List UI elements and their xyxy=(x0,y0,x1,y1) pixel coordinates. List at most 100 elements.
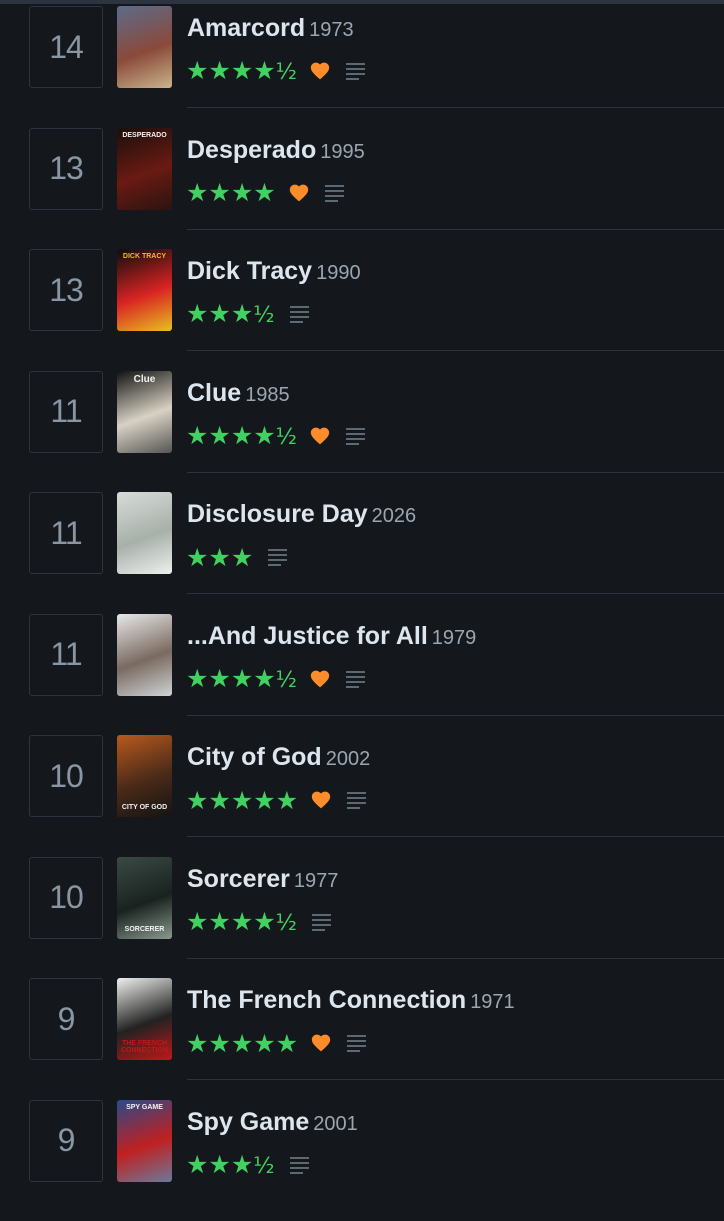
film-poster[interactable]: SORCERER xyxy=(117,857,172,939)
film-row[interactable]: 9SPY GAMESpy Game2001★★★½ xyxy=(0,1100,724,1221)
film-row[interactable]: 11ClueClue1985★★★★½ xyxy=(0,371,724,493)
row-divider xyxy=(187,836,724,837)
rating-row: ★★★½ xyxy=(186,301,311,327)
film-row[interactable]: 13DICK TRACYDick Tracy1990★★★½ xyxy=(0,249,724,371)
review-lines-icon[interactable] xyxy=(311,912,333,932)
review-lines-icon[interactable] xyxy=(289,1155,311,1175)
full-stars: ★★★ xyxy=(186,299,253,328)
poster-art xyxy=(117,492,172,574)
film-poster[interactable] xyxy=(117,492,172,574)
film-title-link[interactable]: City of God xyxy=(187,743,322,771)
poster-art xyxy=(117,6,172,88)
film-year-link[interactable]: 2002 xyxy=(326,748,371,770)
half-star: ½ xyxy=(253,303,274,328)
film-year-link[interactable]: 1985 xyxy=(245,384,290,406)
poster-caption: THE FRENCH CONNECTION xyxy=(119,1040,170,1054)
review-lines-icon[interactable] xyxy=(289,304,311,324)
film-title-link[interactable]: Sorcerer xyxy=(187,865,290,893)
liked-heart-icon xyxy=(310,1032,332,1054)
film-poster[interactable]: Clue xyxy=(117,371,172,453)
full-stars: ★★★★ xyxy=(186,664,276,693)
review-lines-icon[interactable] xyxy=(267,547,289,567)
rating-row: ★★★★★ xyxy=(186,1030,368,1056)
full-stars: ★★★ xyxy=(186,543,253,572)
review-lines-icon[interactable] xyxy=(324,183,346,203)
film-row[interactable]: 11...And Justice for All1979★★★★½ xyxy=(0,614,724,736)
film-poster[interactable] xyxy=(117,6,172,88)
review-lines-icon[interactable] xyxy=(345,61,367,81)
row-divider xyxy=(187,350,724,351)
rank-number: 13 xyxy=(29,249,103,331)
review-lines-icon[interactable] xyxy=(345,426,367,446)
film-title-link[interactable]: Spy Game xyxy=(187,1108,309,1136)
film-year-link[interactable]: 2001 xyxy=(313,1113,358,1135)
rank-number: 14 xyxy=(29,6,103,88)
rank-number: 9 xyxy=(29,978,103,1060)
film-title-link[interactable]: Disclosure Day xyxy=(187,500,368,528)
film-year-link[interactable]: 1977 xyxy=(294,870,339,892)
half-star: ½ xyxy=(276,425,297,450)
film-row[interactable]: 9 THE FRENCH CONNECTION The French Connect… xyxy=(0,978,724,1100)
film-heading: Dick Tracy1990 xyxy=(187,257,714,286)
film-title-link[interactable]: Amarcord xyxy=(187,14,305,42)
film-heading: Amarcord1973 xyxy=(187,14,714,43)
film-row[interactable]: 11Disclosure Day2026★★★ xyxy=(0,492,724,614)
full-stars: ★★★★★ xyxy=(186,1029,298,1058)
star-rating: ★★★½ xyxy=(186,1152,275,1178)
film-heading: Spy Game2001 xyxy=(187,1108,714,1137)
rating-row: ★★★½ xyxy=(186,1152,311,1178)
star-rating: ★★★★ xyxy=(186,180,276,205)
film-year-link[interactable]: 2026 xyxy=(372,505,417,527)
rating-row: ★★★★★ xyxy=(186,787,368,813)
poster-art xyxy=(117,128,172,210)
film-heading: The French Connection1971 xyxy=(187,986,714,1015)
star-rating: ★★★★½ xyxy=(186,58,297,84)
half-star: ½ xyxy=(276,911,297,936)
film-row[interactable]: 13DESPERADODesperado1995★★★★ xyxy=(0,128,724,250)
liked-heart-icon xyxy=(288,182,310,204)
poster-art xyxy=(117,614,172,696)
full-stars: ★★★★ xyxy=(186,421,276,450)
star-rating: ★★★★½ xyxy=(186,909,297,935)
film-poster[interactable]: THE FRENCH CONNECTION xyxy=(117,978,172,1060)
film-poster[interactable] xyxy=(117,614,172,696)
film-poster[interactable]: DICK TRACY xyxy=(117,249,172,331)
film-row[interactable]: 14 Amarcord1973 ★★★★½ xyxy=(0,6,724,128)
film-heading: Clue1985 xyxy=(187,379,714,408)
poster-caption: Clue xyxy=(119,375,170,385)
rank-number: 10 xyxy=(29,735,103,817)
film-heading: City of God2002 xyxy=(187,743,714,772)
film-poster[interactable]: SPY GAME xyxy=(117,1100,172,1182)
film-row[interactable]: 10 SORCERER Sorcerer1977 ★★★★½ xyxy=(0,857,724,979)
rank-number: 10 xyxy=(29,857,103,939)
film-title-link[interactable]: ...And Justice for All xyxy=(187,622,428,650)
film-year-link[interactable]: 1973 xyxy=(309,19,354,41)
film-title-link[interactable]: Desperado xyxy=(187,136,316,164)
film-year-link[interactable]: 1971 xyxy=(470,991,515,1013)
review-lines-icon[interactable] xyxy=(346,1033,368,1053)
full-stars: ★★★★ xyxy=(186,907,276,936)
film-title-link[interactable]: Dick Tracy xyxy=(187,257,312,285)
row-divider xyxy=(187,593,724,594)
rating-row: ★★★★½ xyxy=(186,909,333,935)
review-lines-icon[interactable] xyxy=(345,669,367,689)
poster-art xyxy=(117,1100,172,1182)
row-divider xyxy=(187,1079,724,1080)
film-title-link[interactable]: Clue xyxy=(187,379,241,407)
row-divider xyxy=(187,715,724,716)
poster-caption: SORCERER xyxy=(119,926,170,933)
film-poster[interactable]: CITY OF GOD xyxy=(117,735,172,817)
film-title-link[interactable]: The French Connection xyxy=(187,986,466,1014)
film-poster[interactable]: DESPERADO xyxy=(117,128,172,210)
film-year-link[interactable]: 1990 xyxy=(316,262,361,284)
film-heading: Desperado1995 xyxy=(187,136,714,165)
top-edge-bar xyxy=(0,0,724,4)
film-row[interactable]: 10 CITY OF GOD City of God2002 ★★★★★ xyxy=(0,735,724,857)
poster-caption: SPY GAME xyxy=(119,1104,170,1111)
half-star: ½ xyxy=(276,60,297,85)
review-lines-icon[interactable] xyxy=(346,790,368,810)
liked-heart-icon xyxy=(309,60,331,82)
film-year-link[interactable]: 1995 xyxy=(320,141,365,163)
full-stars: ★★★ xyxy=(186,1150,253,1179)
film-year-link[interactable]: 1979 xyxy=(432,627,477,649)
